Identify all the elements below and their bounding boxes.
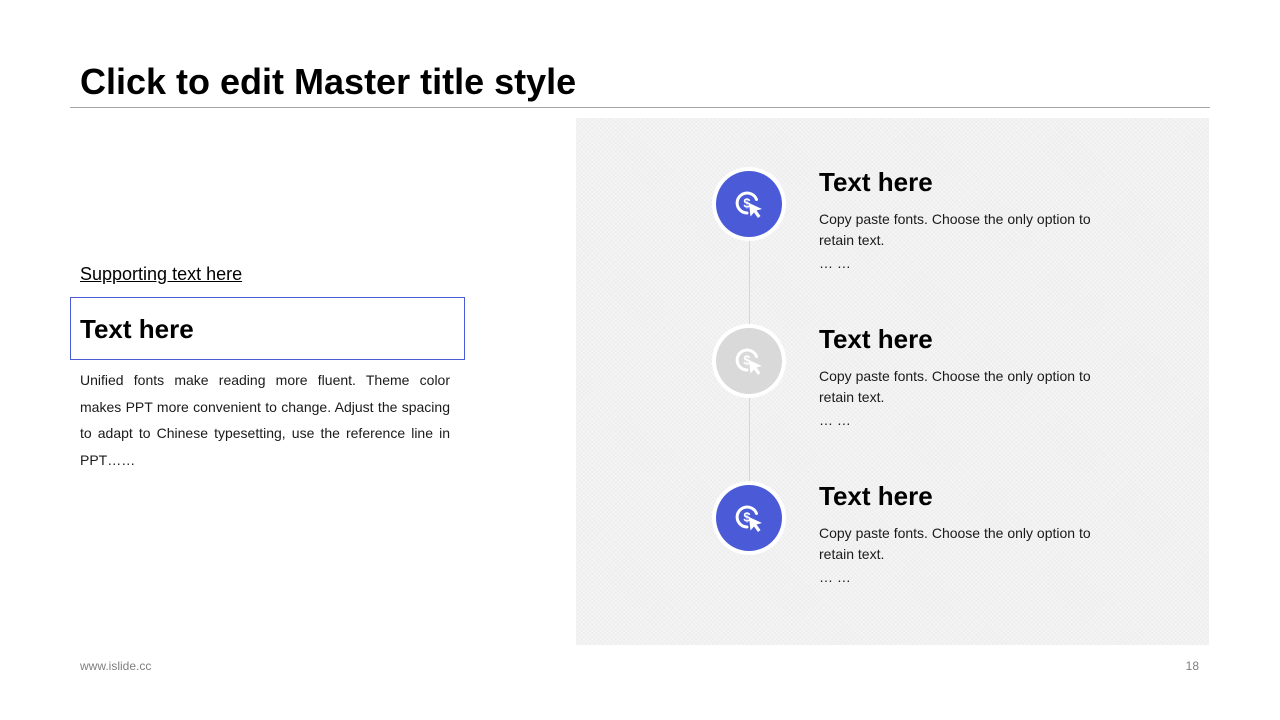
timeline-node-disc: $	[716, 328, 782, 394]
timeline-item-ellipsis: … …	[819, 255, 851, 271]
timeline-item-ellipsis: … …	[819, 569, 851, 585]
timeline-node: $	[712, 324, 786, 398]
dollar-click-icon: $	[735, 191, 762, 218]
heading-text: Text here	[80, 314, 194, 344]
timeline-node-disc: $	[716, 171, 782, 237]
footer-url: www.islide.cc	[80, 659, 152, 673]
timeline-item-ellipsis: … …	[819, 412, 851, 428]
title-divider	[70, 107, 1210, 108]
timeline-node-disc: $	[716, 485, 782, 551]
page-number: 18	[1185, 659, 1199, 673]
slide-title: Click to edit Master title style	[80, 61, 577, 102]
timeline-item-desc: Copy paste fonts. Choose the only option…	[819, 525, 1091, 562]
dollar-click-icon: $	[735, 348, 762, 375]
heading-box[interactable]: Text here	[70, 297, 465, 360]
timeline-item-desc: Copy paste fonts. Choose the only option…	[819, 211, 1091, 248]
timeline-node: $	[712, 481, 786, 555]
timeline-item-title: Text here	[819, 481, 933, 511]
timeline-item-title: Text here	[819, 324, 933, 354]
timeline-item-desc: Copy paste fonts. Choose the only option…	[819, 368, 1091, 405]
timeline-item-title: Text here	[819, 167, 933, 197]
dollar-click-icon: $	[735, 505, 762, 532]
body-paragraph: Unified fonts make reading more fluent. …	[80, 372, 450, 468]
timeline-node: $	[712, 167, 786, 241]
supporting-text: Supporting text here	[80, 264, 243, 284]
